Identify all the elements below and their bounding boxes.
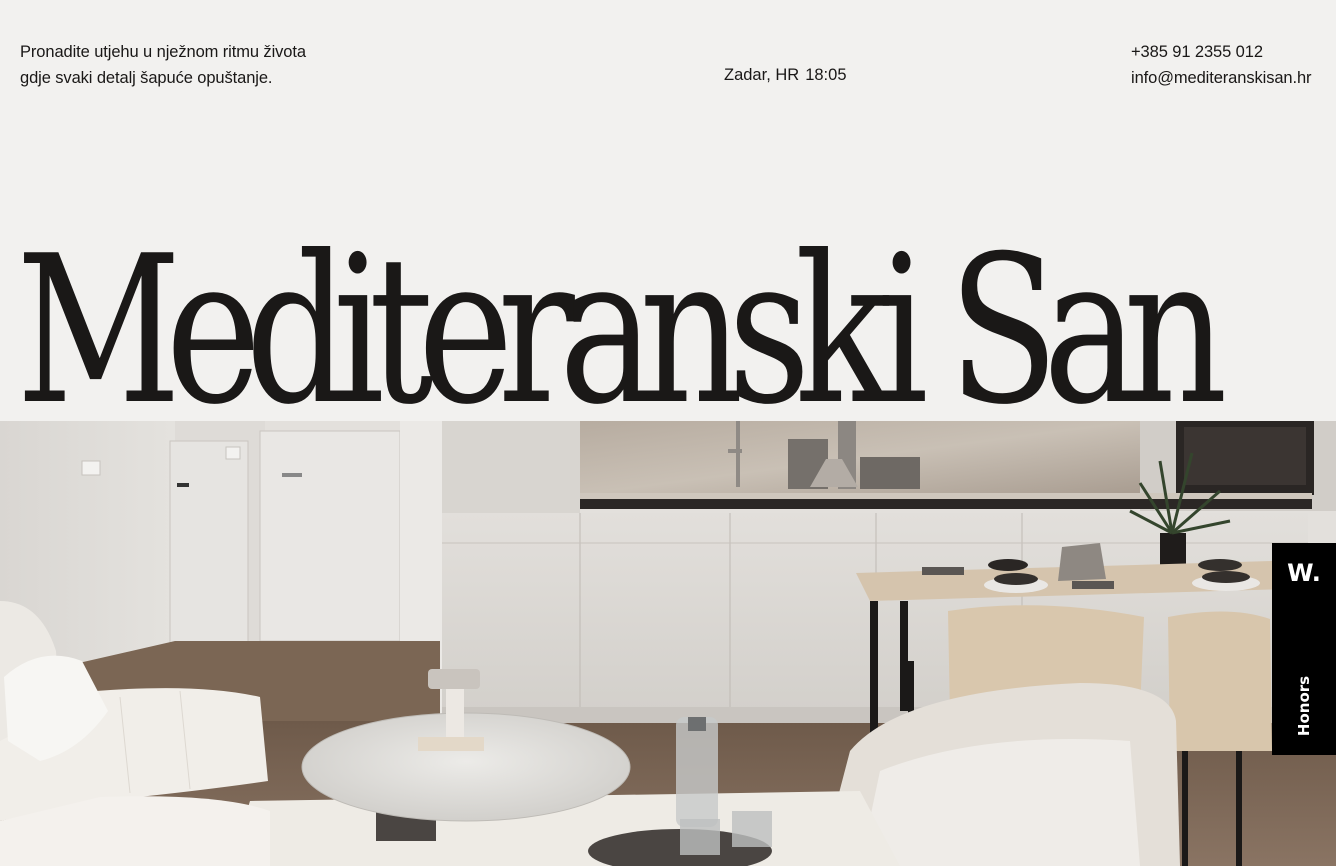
hero-image [0, 421, 1336, 866]
tagline-line-1: Pronadite utjehu u nježnom ritmu života [20, 43, 306, 61]
hero-title: Mediteranski San [16, 230, 1228, 430]
phone-link[interactable]: +385 91 2355 012 [1131, 39, 1311, 65]
hero-title-wrap: Mediteranski San [0, 230, 1336, 430]
contact-info: +385 91 2355 012 info@mediteranskisan.hr [1131, 39, 1312, 91]
header-tagline: Pronadite utjehu u nježnom ritmu života … [20, 39, 306, 91]
tagline-line-2: gdje svaki detalj šapuće opuštanje. [20, 69, 273, 87]
interior-photo [0, 421, 1336, 866]
location-clock: Zadar, HR 18:05 [724, 64, 847, 86]
email-link[interactable]: info@mediteranskisan.hr [1131, 65, 1312, 91]
location-text: Zadar, HR [724, 66, 800, 84]
awards-badge[interactable]: W. Honors [1272, 543, 1336, 755]
honors-label: Honors [1295, 675, 1313, 737]
awwwards-logo: W. [1287, 559, 1321, 587]
local-time: 18:05 [805, 66, 847, 84]
